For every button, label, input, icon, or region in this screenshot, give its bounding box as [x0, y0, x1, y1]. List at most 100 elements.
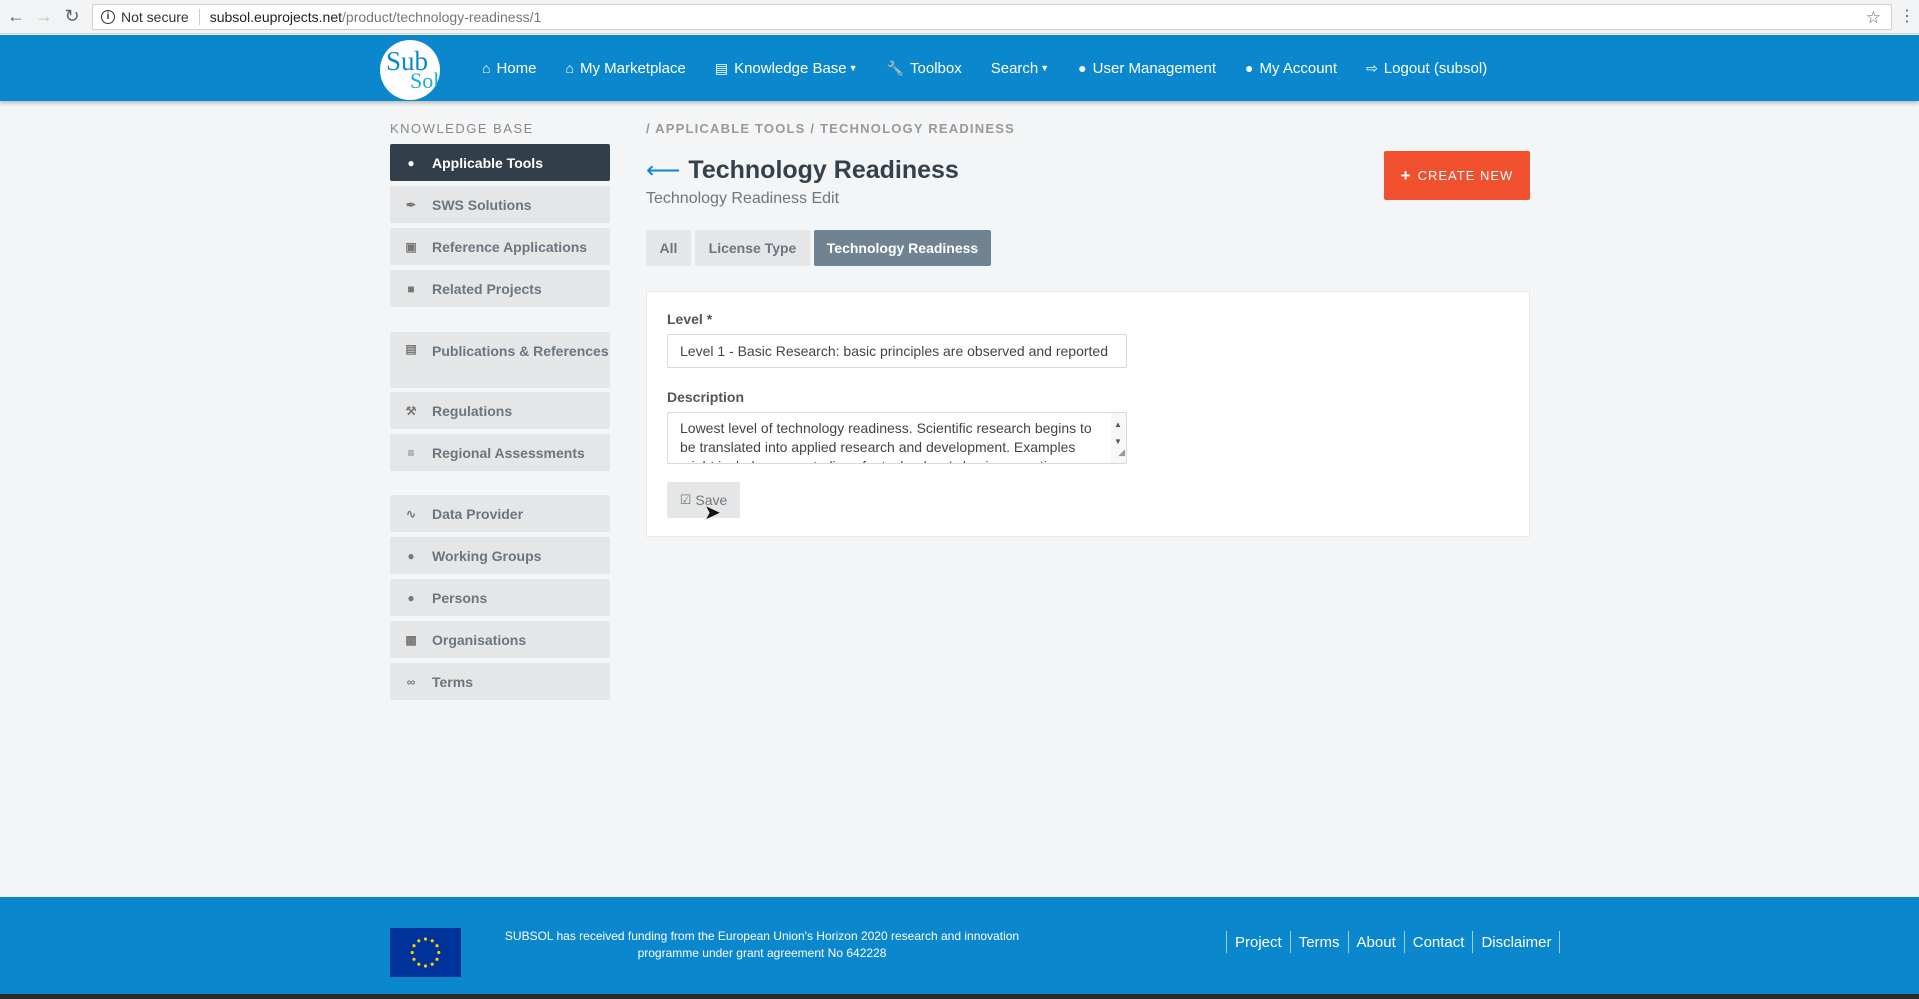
- plus-icon: +: [1400, 165, 1412, 185]
- lines-icon: ≡: [407, 445, 415, 460]
- nav-knowledge-base[interactable]: ▤ Knowledge Base ▼: [715, 60, 858, 77]
- footer-link-terms[interactable]: Terms: [1289, 931, 1348, 953]
- home-icon: ⌂: [482, 60, 491, 76]
- tab-license-type[interactable]: License Type: [695, 230, 810, 266]
- sidebar-title: KNOWLEDGE BASE: [390, 121, 534, 136]
- nav-home[interactable]: ⌂ Home: [482, 60, 536, 77]
- reload-icon[interactable]: ↻: [60, 5, 84, 29]
- sidebar-item-label: Data Provider: [432, 505, 524, 522]
- sidebar-item-organisations[interactable]: ▩ Organisations: [390, 621, 610, 658]
- caret-down-icon: ▼: [848, 63, 858, 73]
- briefcase-icon: ▩: [405, 632, 417, 647]
- nav-label: User Management: [1092, 59, 1217, 77]
- drop-icon: ●: [407, 155, 415, 170]
- description-text: Lowest level of technology readiness. Sc…: [680, 420, 1092, 463]
- create-new-label: CREATE NEW: [1417, 168, 1514, 183]
- footer-link-disclaimer[interactable]: Disclaimer: [1472, 931, 1561, 953]
- file-icon: ▤: [405, 342, 417, 356]
- sidebar-item-publications[interactable]: ▤ Publications & References: [390, 332, 610, 388]
- url-path: /product/technology-readiness/1: [342, 9, 542, 25]
- wrench-icon: 🔧: [886, 59, 905, 76]
- main-nav: ⌂ Home ⌂ My Marketplace ▤ Knowledge Base…: [482, 35, 1516, 101]
- browser-toolbar: ← → ↻ i Not secure subsol.euprojects.net…: [0, 0, 1919, 34]
- description-textarea[interactable]: Lowest level of technology readiness. Sc…: [667, 412, 1127, 464]
- sidebar-item-label: Persons: [432, 589, 488, 606]
- level-label: Level *: [667, 311, 713, 327]
- browser-menu-icon[interactable]: ⋮: [1899, 6, 1915, 26]
- sidebar-item-related-projects[interactable]: ■ Related Projects: [390, 270, 610, 307]
- footer-link-about[interactable]: About: [1347, 931, 1404, 953]
- sidebar-item-regional-assessments[interactable]: ≡ Regional Assessments: [390, 434, 610, 471]
- sidebar-item-label: Regional Assessments: [432, 444, 585, 461]
- nav-toolbox[interactable]: 🔧 Toolbox: [887, 60, 962, 77]
- sidebar-item-reference-applications[interactable]: ▣ Reference Applications: [390, 228, 610, 265]
- user-icon: ●: [407, 590, 415, 605]
- site-footer: SUBSOL has received funding from the Eur…: [0, 897, 1919, 999]
- nav-label: My Marketplace: [579, 59, 686, 77]
- folder-icon: ■: [407, 281, 415, 296]
- sidebar-item-persons[interactable]: ● Persons: [390, 579, 610, 616]
- nav-label: Knowledge Base: [734, 59, 847, 77]
- url-host: subsol.euprojects.net: [209, 9, 343, 25]
- back-arrow-icon[interactable]: ⟵: [646, 156, 680, 185]
- sidebar-item-label: Applicable Tools: [432, 154, 543, 171]
- edit-form-card: Level * Level 1 - Basic Research: basic …: [646, 291, 1530, 537]
- address-bar[interactable]: i Not secure subsol.euprojects.net/produ…: [92, 4, 1892, 30]
- bookmark-star-icon[interactable]: ☆: [1866, 8, 1881, 28]
- check-square-icon: ☑: [679, 492, 692, 507]
- nav-logout[interactable]: ⇨ Logout (subsol): [1366, 60, 1487, 77]
- nav-my-marketplace[interactable]: ⌂ My Marketplace: [565, 60, 685, 77]
- sidebar-item-regulations[interactable]: ⚒ Regulations: [390, 392, 610, 429]
- eu-flag-icon: [390, 928, 461, 977]
- create-new-button[interactable]: + CREATE NEW: [1384, 151, 1530, 200]
- users-icon: ●: [407, 548, 415, 563]
- nav-label: Toolbox: [910, 59, 962, 77]
- sidebar-item-label: Working Groups: [432, 547, 542, 564]
- sidebar-item-applicable-tools[interactable]: ● Applicable Tools: [390, 144, 610, 181]
- store-icon: ⌂: [565, 60, 574, 76]
- sidebar-item-label: Related Projects: [432, 280, 542, 297]
- nav-label: Home: [496, 59, 537, 77]
- url-separator: [198, 9, 200, 25]
- footer-links: Project Terms About Contact Disclaimer: [1226, 931, 1561, 953]
- image-icon: ▣: [405, 239, 417, 254]
- tab-technology-readiness[interactable]: Technology Readiness: [814, 230, 991, 266]
- site-header: Sub Sol ⌂ Home ⌂ My Marketplace ▤ Knowle…: [0, 35, 1919, 101]
- footer-bottom-strip: [0, 994, 1919, 999]
- sidebar-item-label: Reference Applications: [432, 238, 588, 255]
- sidebar-item-sws-solutions[interactable]: ✒ SWS Solutions: [390, 186, 610, 223]
- users-icon: ●: [1078, 60, 1087, 76]
- eu-flag-stars: [410, 937, 441, 968]
- tab-all[interactable]: All: [646, 230, 691, 266]
- logo-text-bottom: Sol: [410, 68, 440, 93]
- resize-handle-icon[interactable]: ◢: [1118, 443, 1125, 462]
- page-title: Technology Readiness: [688, 156, 959, 184]
- footer-link-project[interactable]: Project: [1226, 931, 1290, 953]
- nav-my-account[interactable]: ● My Account: [1245, 60, 1337, 77]
- page-subtitle: Technology Readiness Edit: [646, 190, 840, 207]
- forward-arrow-icon[interactable]: →: [32, 5, 56, 29]
- footer-link-contact[interactable]: Contact: [1403, 931, 1473, 953]
- funding-text: SUBSOL has received funding from the Eur…: [504, 929, 1020, 960]
- sidebar-item-label: Regulations: [432, 402, 513, 419]
- sidebar-item-label: Terms: [432, 673, 473, 690]
- info-icon[interactable]: i: [101, 10, 115, 24]
- sidebar-item-working-groups[interactable]: ● Working Groups: [390, 537, 610, 574]
- sidebar-item-data-provider[interactable]: ∿ Data Provider: [390, 495, 610, 532]
- nav-search[interactable]: Search ▼: [991, 60, 1049, 77]
- nav-label: Search: [990, 59, 1039, 77]
- back-arrow-icon[interactable]: ←: [4, 5, 28, 29]
- eyedropper-icon: ✒: [405, 197, 417, 212]
- page-title-row: ⟵ Technology Readiness: [646, 156, 959, 185]
- paperclip-icon: ∞: [406, 674, 416, 689]
- security-label: Not secure: [121, 9, 189, 25]
- user-icon: ●: [1245, 60, 1254, 76]
- caret-down-icon: ▼: [1040, 63, 1050, 73]
- nav-user-management[interactable]: ● User Management: [1078, 60, 1216, 77]
- rss-icon: ∿: [405, 506, 417, 521]
- nav-label: My Account: [1259, 59, 1338, 77]
- sidebar-item-terms[interactable]: ∞ Terms: [390, 663, 610, 700]
- sidebar-item-label: SWS Solutions: [432, 196, 532, 213]
- level-input[interactable]: Level 1 - Basic Research: basic principl…: [667, 334, 1127, 368]
- subsol-logo[interactable]: Sub Sol: [380, 40, 440, 100]
